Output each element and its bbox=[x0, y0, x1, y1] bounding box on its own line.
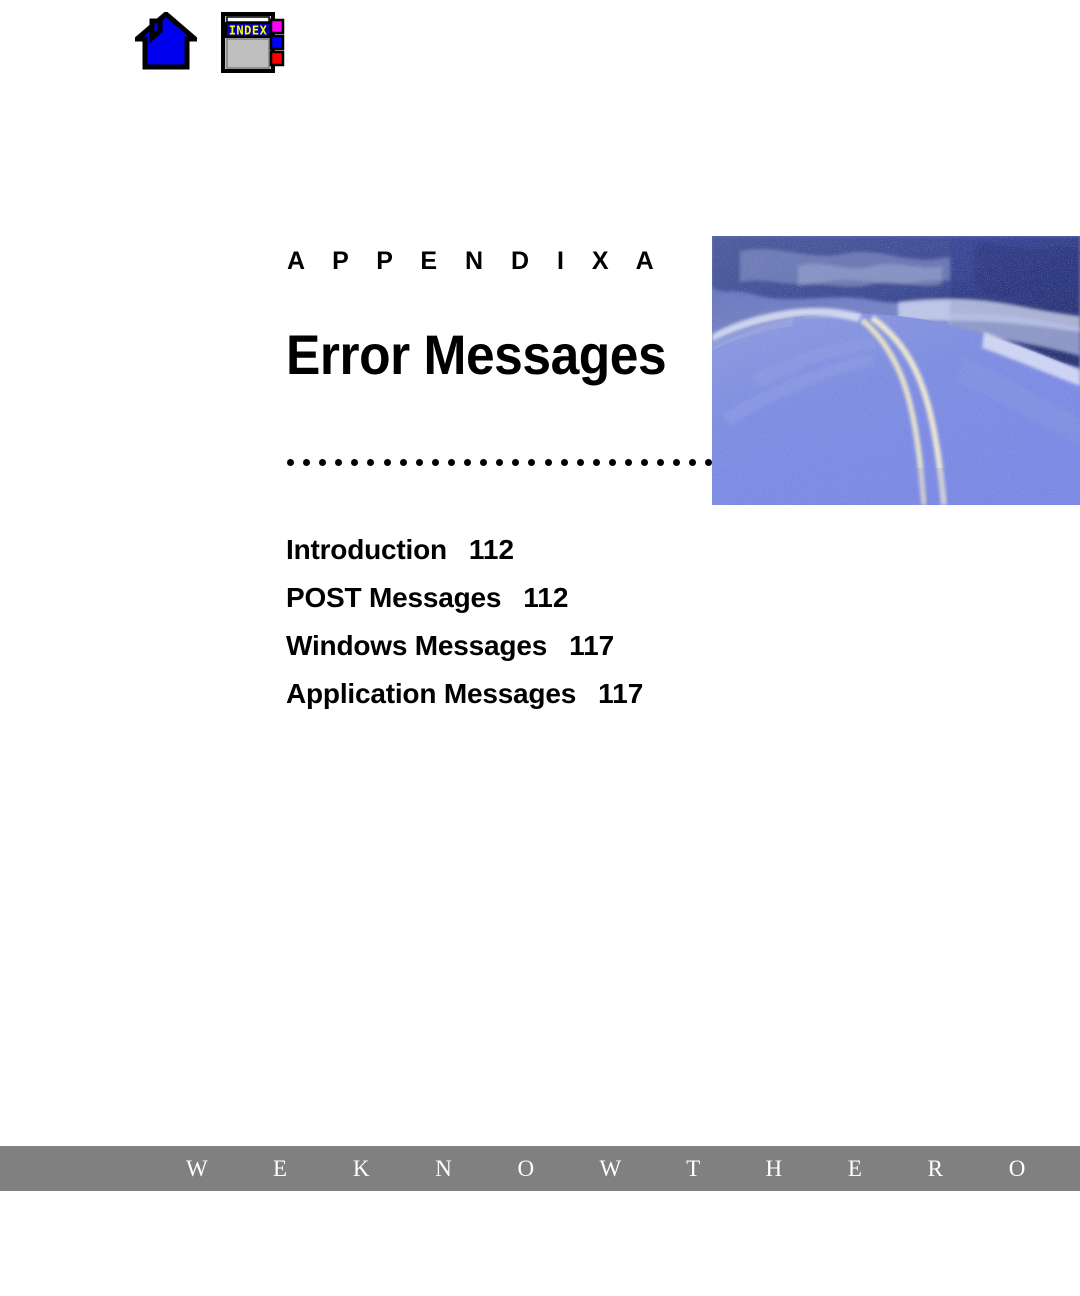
rule-dot bbox=[705, 459, 713, 466]
rule-dot bbox=[689, 459, 697, 466]
toc-entry-page: 117 bbox=[569, 630, 615, 661]
rule-dot bbox=[383, 459, 391, 466]
toc-entry-title: Application Messages bbox=[286, 678, 577, 709]
dotted-rule bbox=[287, 458, 713, 467]
appendix-label: A P P E N D I X A bbox=[287, 247, 665, 275]
footer-tagline-text: W E K N O W T H E R O A D bbox=[186, 1156, 1080, 1181]
rule-dot bbox=[367, 459, 375, 466]
appendix-cover-page: INDEX A P P E N D I X A Error Messages I… bbox=[0, 0, 1080, 1296]
rule-dot bbox=[641, 459, 649, 466]
navigation-icons: INDEX bbox=[135, 12, 287, 74]
rule-dot bbox=[560, 459, 568, 466]
rule-dot bbox=[592, 459, 600, 466]
table-of-contents: Introduction 112 POST Messages 112 Windo… bbox=[286, 534, 746, 726]
toc-entry-introduction[interactable]: Introduction 112 bbox=[286, 534, 746, 582]
rule-dot bbox=[399, 459, 407, 466]
rule-dot bbox=[512, 459, 520, 466]
rule-dot bbox=[303, 459, 311, 466]
index-icon[interactable]: INDEX bbox=[221, 12, 287, 74]
rule-dot bbox=[528, 459, 536, 466]
rule-dot bbox=[624, 459, 632, 466]
svg-text:INDEX: INDEX bbox=[229, 24, 268, 38]
toc-entry-title: POST Messages bbox=[286, 582, 502, 613]
toc-entry-page: 112 bbox=[468, 534, 515, 565]
home-icon[interactable] bbox=[135, 12, 197, 70]
rule-dot bbox=[447, 459, 455, 466]
page-title: Error Messages bbox=[286, 322, 667, 386]
toc-entry-post-messages[interactable]: POST Messages 112 bbox=[286, 582, 746, 630]
toc-entry-page: 117 bbox=[598, 678, 644, 709]
rule-dot bbox=[319, 459, 327, 466]
toc-entry-application-messages[interactable]: Application Messages 117 bbox=[286, 678, 746, 726]
rule-dot bbox=[544, 459, 552, 466]
rule-dot bbox=[287, 459, 294, 466]
toc-entry-page: 112 bbox=[523, 582, 569, 613]
rule-dot bbox=[335, 459, 343, 466]
rule-dot bbox=[496, 459, 504, 466]
toc-entry-title: Introduction bbox=[286, 534, 447, 565]
toc-entry-windows-messages[interactable]: Windows Messages 117 bbox=[286, 630, 746, 678]
curving-road-photo bbox=[712, 236, 1080, 505]
rule-dot bbox=[464, 459, 472, 466]
rule-dot bbox=[480, 459, 488, 466]
rule-dot bbox=[576, 459, 584, 466]
footer-tagline: W E K N O W T H E R O A D™ bbox=[186, 1157, 1080, 1180]
toc-entry-title: Windows Messages bbox=[286, 630, 548, 661]
rule-dot bbox=[608, 459, 616, 466]
rule-dot bbox=[431, 459, 439, 466]
rule-dot bbox=[673, 459, 681, 466]
rule-dot bbox=[657, 459, 665, 466]
rule-dot bbox=[415, 459, 423, 466]
rule-dot bbox=[351, 459, 359, 466]
